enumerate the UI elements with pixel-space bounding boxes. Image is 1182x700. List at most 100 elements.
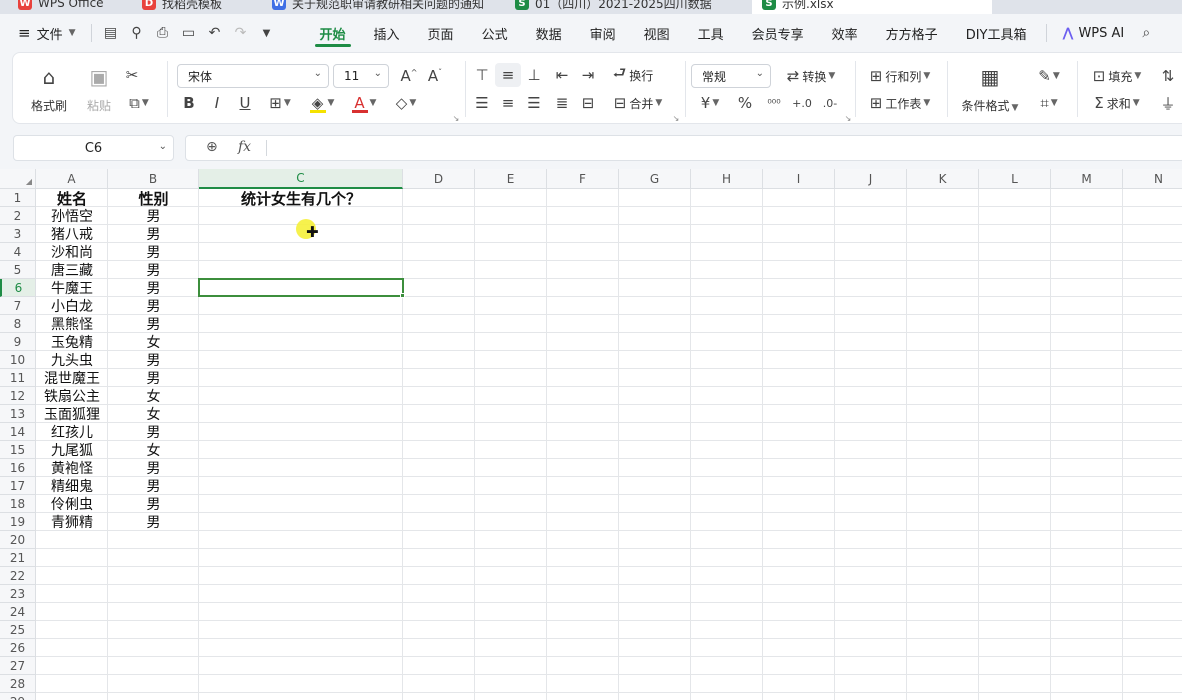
thousands-button[interactable]: ⁰⁰⁰ <box>761 91 787 115</box>
sum-button[interactable]: Σ 求和 ▼ <box>1085 91 1149 115</box>
document-tab[interactable]: W 关于规范职审请教研相关问题的通知 <box>262 0 498 14</box>
name-cell[interactable]: 九尾狐 <box>36 441 108 459</box>
tab-11[interactable]: DIY工具箱 <box>952 19 1041 47</box>
header-cell-gender[interactable]: 性别 <box>108 189 199 208</box>
row-header-25[interactable]: 25 <box>0 621 36 639</box>
row-header-16[interactable]: 16 <box>0 459 36 477</box>
document-tab[interactable]: S 01（四川）2021-2025四川数据 <box>505 0 743 14</box>
spreadsheet-grid[interactable]: ◢ A B C D E F G H I J K L M N 1 2 3 4 5 6 7 8 9 10 11 12 13 14 15 16 1… <box>0 169 1182 700</box>
conditional-format-button[interactable]: ▦ 条件格式 ▼ <box>957 61 1023 117</box>
decrease-font-button[interactable]: Aˇ <box>423 64 447 88</box>
name-cell[interactable]: 猪八戒 <box>36 225 108 243</box>
row-col-button[interactable]: ⊞ 行和列 ▼ <box>863 64 937 88</box>
row-header-13[interactable]: 13 <box>0 405 36 423</box>
percent-button[interactable]: % <box>733 91 757 115</box>
file-menu[interactable]: ≡ 文件 ▼ <box>0 19 85 47</box>
format-painter-button[interactable]: ⌂ 格式刷 <box>25 61 73 117</box>
italic-button[interactable]: I <box>205 91 229 115</box>
undo-icon[interactable]: ↶ <box>202 19 228 47</box>
row-header-23[interactable]: 23 <box>0 585 36 603</box>
wrap-text-button[interactable]: ⮐ 换行 <box>607 63 659 87</box>
column-header-J[interactable]: J <box>835 169 907 189</box>
tab-4[interactable]: 数据 <box>522 19 576 47</box>
bold-button[interactable]: B <box>177 91 201 115</box>
sort-button[interactable]: ⇅ <box>1155 64 1181 88</box>
number-dialog-launcher[interactable]: ↘ <box>843 113 853 123</box>
gender-cell[interactable]: 女 <box>108 387 199 405</box>
row-header-22[interactable]: 22 <box>0 567 36 585</box>
align-bottom-button[interactable]: ⊥ <box>521 63 547 87</box>
column-header-D[interactable]: D <box>403 169 475 189</box>
save-icon[interactable]: ▤ <box>98 19 124 47</box>
formula-input[interactable] <box>276 138 1156 158</box>
font-size-select[interactable]: 11 ⌄ <box>333 64 389 88</box>
gender-cell[interactable]: 女 <box>108 405 199 423</box>
row-header-29[interactable]: 29 <box>0 693 36 700</box>
fill-handle[interactable] <box>400 293 405 298</box>
increase-indent-button[interactable]: ⇥ <box>575 63 601 87</box>
document-tab[interactable]: W WPS Office <box>8 0 126 14</box>
gender-cell[interactable]: 男 <box>108 279 199 297</box>
currency-button[interactable]: ¥ ▼ <box>693 91 727 115</box>
print-icon[interactable]: ⎙ <box>150 19 176 47</box>
more-chevron-icon[interactable]: ▼ <box>254 19 280 47</box>
column-header-K[interactable]: K <box>907 169 979 189</box>
align-right-button[interactable]: ☰ <box>521 91 547 115</box>
row-header-10[interactable]: 10 <box>0 351 36 369</box>
underline-button[interactable]: U <box>233 91 257 115</box>
tab-0[interactable]: 开始 <box>306 19 360 47</box>
gender-cell[interactable]: 男 <box>108 243 199 261</box>
name-cell[interactable]: 牛魔王 <box>36 279 108 297</box>
name-cell[interactable]: 铁扇公主 <box>36 387 108 405</box>
row-header-1[interactable]: 1 <box>0 189 36 207</box>
tab-6[interactable]: 视图 <box>630 19 684 47</box>
row-header-8[interactable]: 8 <box>0 315 36 333</box>
column-header-C[interactable]: C <box>199 169 403 189</box>
row-header-12[interactable]: 12 <box>0 387 36 405</box>
name-cell[interactable]: 黑熊怪 <box>36 315 108 333</box>
tab-2[interactable]: 页面 <box>414 19 468 47</box>
tab-8[interactable]: 会员专享 <box>738 19 818 47</box>
justify-button[interactable]: ≣ <box>549 91 575 115</box>
paste-button[interactable]: ▣ 粘贴 <box>79 61 119 117</box>
name-cell[interactable]: 玉兔精 <box>36 333 108 351</box>
column-header-B[interactable]: B <box>108 169 199 189</box>
share-icon[interactable]: ⚲ <box>124 19 150 47</box>
column-header-H[interactable]: H <box>691 169 763 189</box>
row-header-17[interactable]: 17 <box>0 477 36 495</box>
column-header-A[interactable]: A <box>36 169 108 189</box>
gender-cell[interactable]: 男 <box>108 225 199 243</box>
row-header-21[interactable]: 21 <box>0 549 36 567</box>
convert-button[interactable]: ⇄ 转换 ▼ <box>777 64 845 88</box>
name-box[interactable]: C6 ⌄ <box>13 135 174 161</box>
row-header-11[interactable]: 11 <box>0 369 36 387</box>
zoom-formula-icon[interactable]: ⊕ <box>206 139 218 155</box>
distribute-button[interactable]: ⊟ <box>575 91 601 115</box>
align-middle-button[interactable]: ≡ <box>495 63 521 87</box>
column-header-M[interactable]: M <box>1051 169 1123 189</box>
align-left-button[interactable]: ☰ <box>469 91 495 115</box>
font-dialog-launcher[interactable]: ↘ <box>451 113 461 123</box>
name-cell[interactable]: 唐三藏 <box>36 261 108 279</box>
row-header-18[interactable]: 18 <box>0 495 36 513</box>
fill-color-button[interactable]: ◈ ▼ <box>303 91 341 115</box>
name-cell[interactable]: 沙和尚 <box>36 243 108 261</box>
font-color-button[interactable]: A ▼ <box>345 91 383 115</box>
column-header-F[interactable]: F <box>547 169 619 189</box>
cut-button[interactable]: ✂ <box>119 63 145 87</box>
font-name-select[interactable]: 宋体 ⌄ <box>177 64 329 88</box>
row-header-27[interactable]: 27 <box>0 657 36 675</box>
gender-cell[interactable]: 男 <box>108 423 199 441</box>
name-cell[interactable]: 精细鬼 <box>36 477 108 495</box>
question-cell[interactable]: 统计女生有几个？ <box>199 189 403 208</box>
gender-cell[interactable]: 男 <box>108 207 199 225</box>
decrease-decimal-button[interactable]: .0‑ <box>817 91 843 115</box>
align-top-button[interactable]: ⊤ <box>469 63 495 87</box>
worksheet-button[interactable]: ⊞ 工作表 ▼ <box>863 91 937 115</box>
column-header-E[interactable]: E <box>475 169 547 189</box>
row-header-7[interactable]: 7 <box>0 297 36 315</box>
row-header-26[interactable]: 26 <box>0 639 36 657</box>
freeze-button[interactable]: ⌗ ▼ <box>1029 91 1069 115</box>
row-header-2[interactable]: 2 <box>0 207 36 225</box>
row-header-14[interactable]: 14 <box>0 423 36 441</box>
